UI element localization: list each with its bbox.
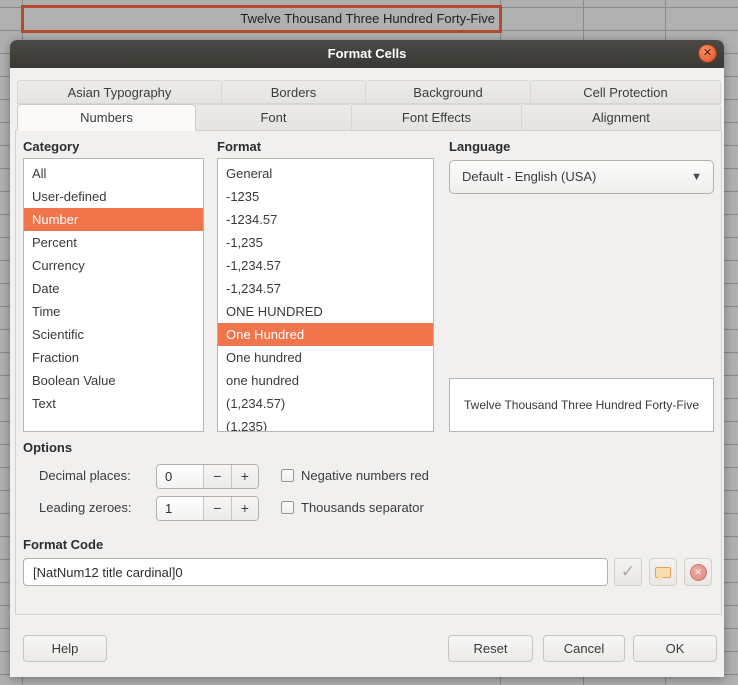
tab-font[interactable]: Font	[195, 104, 352, 131]
format-code-label: Format Code	[23, 537, 104, 552]
negative-numbers-red-checkbox[interactable]	[281, 469, 294, 482]
numbers-tab-page: Category All User-defined Number Percent…	[15, 130, 722, 615]
tab-cell-protection[interactable]: Cell Protection	[530, 80, 721, 104]
category-item[interactable]: Boolean Value	[24, 369, 203, 392]
category-item[interactable]: Percent	[24, 231, 203, 254]
category-item[interactable]: Fraction	[24, 346, 203, 369]
format-item[interactable]: General	[218, 162, 433, 185]
format-list[interactable]: General -1235 -1234.57 -1,235 -1,234.57 …	[217, 158, 434, 432]
edit-comment-button[interactable]	[649, 558, 677, 586]
delete-icon: ✕	[689, 563, 707, 581]
format-item[interactable]: one hundred	[218, 369, 433, 392]
apply-format-button[interactable]: ✓	[614, 558, 642, 586]
category-item-selected[interactable]: Number	[24, 208, 203, 231]
minus-icon[interactable]: −	[203, 497, 231, 520]
close-icon[interactable]: ✕	[698, 44, 717, 63]
format-item[interactable]: (1,235)	[218, 415, 433, 431]
format-item[interactable]: (1,234.57)	[218, 392, 433, 415]
format-item-selected[interactable]: One Hundred	[218, 323, 433, 346]
decimal-places-stepper: 0 − +	[156, 464, 259, 489]
thousands-separator-checkbox[interactable]	[281, 501, 294, 514]
category-label: Category	[23, 139, 80, 154]
format-label: Format	[217, 139, 262, 154]
format-item[interactable]: -1,234.57	[218, 254, 433, 277]
minus-icon[interactable]: −	[203, 465, 231, 488]
category-list[interactable]: All User-defined Number Percent Currency…	[23, 158, 204, 432]
plus-icon[interactable]: +	[230, 497, 258, 520]
format-item[interactable]: -1235	[218, 185, 433, 208]
dialog-title: Format Cells	[327, 46, 407, 61]
tab-background[interactable]: Background	[365, 80, 531, 104]
tab-borders[interactable]: Borders	[221, 80, 366, 104]
format-preview: Twelve Thousand Three Hundred Forty-Five	[449, 378, 714, 432]
format-code-input[interactable]	[23, 558, 608, 586]
language-dropdown[interactable]: Default - English (USA) ▼	[449, 160, 714, 194]
format-item[interactable]: -1,235	[218, 231, 433, 254]
negative-numbers-red-label: Negative numbers red	[301, 468, 429, 483]
reset-button[interactable]: Reset	[448, 635, 533, 662]
format-cells-dialog: Format Cells ✕ Asian Typography Borders …	[10, 40, 724, 677]
format-item[interactable]: -1,234.57	[218, 277, 433, 300]
decimal-places-value[interactable]: 0	[157, 465, 204, 488]
category-item[interactable]: User-defined	[24, 185, 203, 208]
decimal-places-label: Decimal places:	[39, 468, 131, 483]
tab-row-back: Asian Typography Borders Background Cell…	[17, 80, 721, 104]
format-item[interactable]: ONE HUNDRED	[218, 300, 433, 323]
ok-button[interactable]: OK	[633, 635, 717, 662]
category-item[interactable]: All	[24, 162, 203, 185]
category-item[interactable]: Currency	[24, 254, 203, 277]
chevron-down-icon: ▼	[691, 171, 702, 183]
format-item[interactable]: One hundred	[218, 346, 433, 369]
leading-zeroes-label: Leading zeroes:	[39, 500, 132, 515]
active-cell[interactable]: Twelve Thousand Three Hundred Forty-Five	[21, 5, 502, 33]
check-icon: ✓	[620, 562, 636, 581]
remove-format-button[interactable]: ✕	[684, 558, 712, 586]
cancel-button[interactable]: Cancel	[543, 635, 625, 662]
leading-zeroes-value[interactable]: 1	[157, 497, 204, 520]
tab-row-front: Numbers Font Font Effects Alignment	[17, 104, 721, 131]
thousands-separator-label: Thousands separator	[301, 500, 424, 515]
category-item[interactable]: Text	[24, 392, 203, 415]
language-label: Language	[449, 139, 511, 154]
category-item[interactable]: Date	[24, 277, 203, 300]
leading-zeroes-stepper: 1 − +	[156, 496, 259, 521]
category-item[interactable]: Time	[24, 300, 203, 323]
dialog-titlebar[interactable]: Format Cells ✕	[10, 40, 724, 68]
tab-alignment[interactable]: Alignment	[521, 104, 721, 131]
comment-icon	[655, 566, 671, 582]
help-button[interactable]: Help	[23, 635, 107, 662]
category-item[interactable]: Scientific	[24, 323, 203, 346]
tab-numbers[interactable]: Numbers	[17, 104, 196, 131]
options-label: Options	[23, 440, 73, 455]
language-value: Default - English (USA)	[462, 169, 597, 184]
tab-asian-typography[interactable]: Asian Typography	[17, 80, 222, 104]
tab-font-effects[interactable]: Font Effects	[351, 104, 522, 131]
format-item[interactable]: -1234.57	[218, 208, 433, 231]
plus-icon[interactable]: +	[230, 465, 258, 488]
